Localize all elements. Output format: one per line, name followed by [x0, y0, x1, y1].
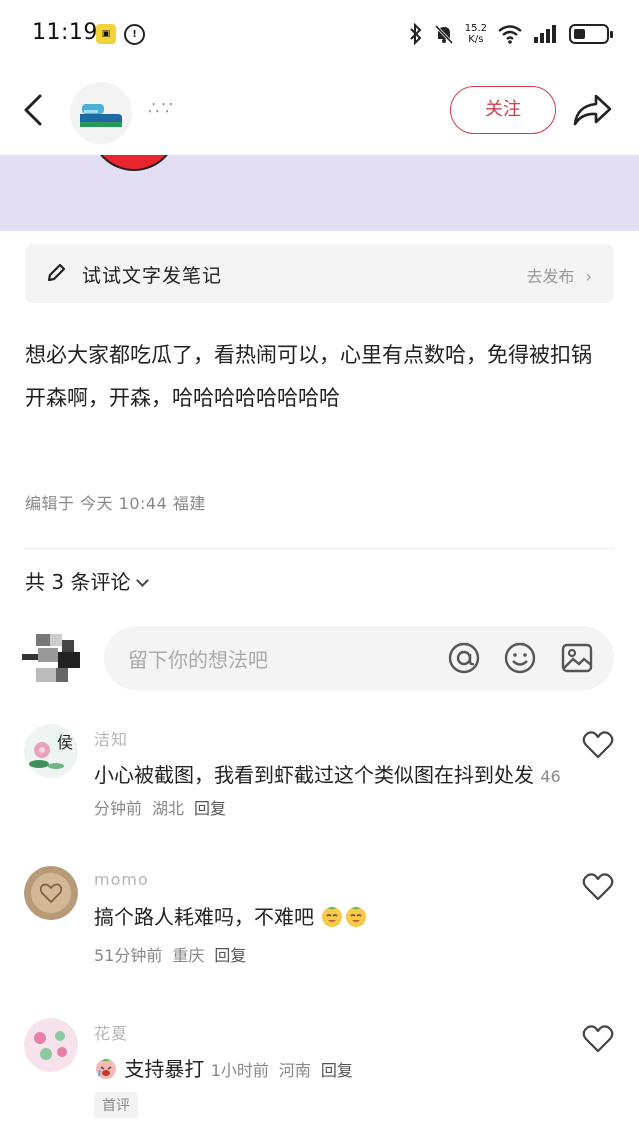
mute-bell-icon — [434, 24, 453, 45]
reply-button[interactable]: 回复 — [321, 1061, 353, 1080]
comment-time: 1小时前 — [210, 1061, 269, 1080]
commenter-name[interactable]: momo — [94, 870, 149, 889]
comment-meta: 51分钟前 重庆 回复 — [94, 942, 256, 966]
commenter-name[interactable]: 洁知 — [94, 726, 128, 750]
first-comment-badge: 首评 — [94, 1092, 138, 1118]
comment-input-placeholder: 留下你的想法吧 — [128, 648, 268, 672]
share-icon[interactable] — [570, 90, 614, 130]
commenter-name[interactable]: 花夏 — [94, 1020, 128, 1044]
laughing-face-emoji-icon — [322, 907, 343, 927]
wifi-icon — [498, 25, 522, 44]
author-avatar[interactable] — [70, 82, 132, 144]
post-paragraph: 想必大家都吃瓜了，看热闹可以，心里有点数哈，免得被扣锅 — [25, 343, 592, 367]
post-body: 想必大家都吃瓜了，看热闹可以，心里有点数哈，免得被扣锅 开森啊，开森，哈哈哈哈哈… — [25, 338, 615, 416]
comment-meta: 1小时前 河南 回复 — [211, 1061, 363, 1080]
comment-text-block: 搞个路人耗难吗，不难吧 — [94, 902, 564, 933]
net-speed-unit: K/s — [468, 34, 484, 45]
reply-button[interactable]: 回复 — [214, 946, 246, 965]
publish-label: 去发布 — [526, 267, 575, 286]
svg-text:侯: 侯 — [57, 733, 73, 752]
chevron-right-icon: › — [585, 267, 592, 286]
sneaker-icon — [80, 104, 122, 127]
post-image-red-shape — [90, 155, 178, 171]
like-heart-icon[interactable] — [582, 872, 614, 902]
comment-text: 搞个路人耗难吗，不难吧 — [94, 905, 314, 929]
status-time: 11:19 — [32, 20, 98, 45]
comment-input[interactable]: 留下你的想法吧 — [104, 626, 614, 690]
pencil-icon — [47, 263, 66, 282]
net-speed-value: 15.2 — [464, 23, 487, 34]
try-text-note-label: 试试文字发笔记 — [82, 265, 223, 287]
emoji-icon[interactable] — [502, 640, 538, 676]
app-notification-icon: ▣ — [96, 24, 116, 44]
net-speed: 15.2 K/s — [465, 23, 487, 45]
post-image-bottom[interactable] — [0, 155, 639, 231]
battery-icon — [569, 24, 613, 44]
signal-icon — [534, 25, 556, 43]
back-arrow-icon[interactable] — [18, 90, 54, 130]
divider — [25, 548, 614, 549]
comment-text-block: 支持暴打 1小时前 河南 回复 — [94, 1054, 564, 1086]
comment-text-block: 小心被截图，我看到虾截过这个类似图在抖到处发 46分钟前 湖北 回复 — [94, 760, 564, 824]
post-paragraph: 开森啊，开森，哈哈哈哈哈哈哈哈 — [25, 386, 340, 410]
comment-location: 重庆 — [172, 946, 205, 965]
comment-text: 小心被截图，我看到虾截过这个类似图在抖到处发 — [94, 763, 534, 787]
crying-face-emoji-icon — [96, 1059, 116, 1079]
like-heart-icon[interactable] — [582, 1024, 614, 1054]
publish-link[interactable]: 去发布 › — [526, 263, 592, 287]
follow-button[interactable]: 关注 — [450, 86, 556, 134]
commenter-avatar[interactable] — [24, 1018, 78, 1072]
battery-level — [574, 29, 586, 39]
my-avatar[interactable] — [22, 632, 84, 684]
status-icons: 15.2 K/s — [409, 20, 613, 48]
image-icon[interactable] — [559, 640, 595, 676]
like-heart-icon[interactable] — [582, 730, 614, 760]
commenter-avatar[interactable] — [24, 866, 78, 920]
commenter-avatar[interactable]: 侯 — [24, 724, 78, 778]
comment-location: 河南 — [278, 1061, 311, 1080]
bluetooth-icon — [410, 23, 422, 45]
author-name[interactable]: ∴∵ — [148, 98, 175, 119]
nav-bar: ∴∵ 关注 — [0, 70, 639, 155]
comment-time: 51分钟前 — [94, 946, 163, 965]
try-text-note-bar[interactable]: 试试文字发笔记 去发布 › — [25, 244, 614, 303]
chevron-down-icon — [136, 574, 150, 587]
laughing-face-emoji-icon — [346, 907, 367, 927]
comment-text: 支持暴打 — [124, 1057, 205, 1081]
comments-count-header[interactable]: 共 3 条评论 — [25, 566, 150, 595]
comment-location: 湖北 — [152, 799, 185, 818]
edit-meta: 编辑于 今天 10:44 福建 — [25, 494, 206, 513]
status-bar: 11:19 ▣ ! 15.2 K/s — [0, 0, 639, 70]
notification-badge-icon: ! — [124, 24, 145, 45]
reply-button[interactable]: 回复 — [194, 799, 226, 818]
mention-icon[interactable] — [446, 640, 482, 676]
comments-count-label: 共 3 条评论 — [25, 570, 131, 594]
